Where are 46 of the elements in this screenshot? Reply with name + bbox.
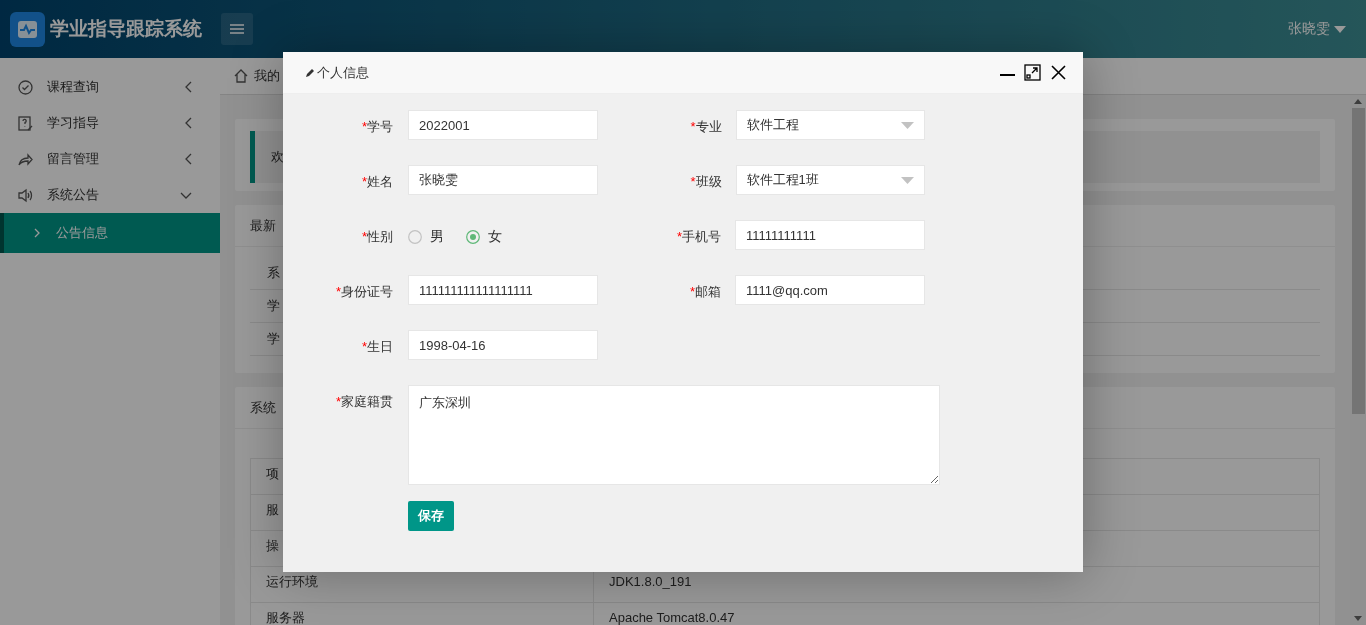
- sidebar-item[interactable]: 学习指导: [0, 105, 220, 141]
- caret-down-icon: [1334, 25, 1346, 33]
- check-badge-icon: [18, 79, 33, 95]
- radio-option[interactable]: 男: [408, 228, 444, 246]
- share-arrow-icon: [18, 151, 33, 167]
- field-label: *邮箱: [688, 283, 721, 301]
- chevron-right-icon: [34, 228, 40, 238]
- field-label: *生日: [360, 338, 393, 356]
- minimize-button[interactable]: [1000, 73, 1015, 76]
- speaker-icon: [18, 187, 33, 203]
- caret-down-icon: [901, 121, 914, 129]
- dialog-title: 个人信息: [317, 63, 369, 82]
- sidebar-item[interactable]: 课程查询: [0, 69, 220, 105]
- home-icon: [234, 69, 248, 83]
- input-field[interactable]: 1998-04-16: [408, 330, 598, 360]
- input-field[interactable]: 张晓雯: [408, 165, 598, 195]
- input-field[interactable]: 1111@qq.com: [735, 275, 925, 305]
- save-button[interactable]: 保存: [408, 501, 454, 531]
- dropdown[interactable]: 软件工程1班: [735, 165, 925, 195]
- breadcrumb-link[interactable]: 我的: [254, 67, 280, 85]
- app-title: 学业指导跟踪系统: [50, 17, 203, 41]
- field-label: *性别: [360, 228, 393, 246]
- pencil-icon: [305, 67, 315, 78]
- sidebar-item[interactable]: 系统公告: [0, 177, 220, 213]
- field-label: *手机号: [675, 228, 721, 246]
- menu-icon: [230, 23, 244, 35]
- field-label: *身份证号: [334, 283, 393, 301]
- dropdown[interactable]: 软件工程: [735, 110, 925, 140]
- input-field[interactable]: 111111111111111111: [408, 275, 598, 305]
- maximize-button[interactable]: [1024, 64, 1041, 81]
- text-area[interactable]: 广东深圳: [408, 385, 940, 485]
- scroll-up-icon: [1354, 99, 1362, 104]
- scroll-down-icon: [1354, 616, 1362, 621]
- input-field[interactable]: 11111111111: [735, 220, 925, 250]
- sidebar-item[interactable]: 留言管理: [0, 141, 220, 177]
- close-icon: [1050, 64, 1067, 81]
- maximize-icon: [1024, 64, 1041, 81]
- table-cell: 服务器: [250, 602, 594, 625]
- question-doc-icon: [18, 115, 33, 131]
- close-button[interactable]: [1050, 64, 1067, 81]
- minimize-icon: [1000, 73, 1015, 76]
- caret-down-icon: [901, 176, 914, 184]
- logo-icon: [10, 11, 45, 47]
- input-field[interactable]: 2022001: [408, 110, 598, 140]
- radio-option[interactable]: 女: [466, 228, 502, 246]
- field-label: *家庭籍贯: [334, 393, 393, 411]
